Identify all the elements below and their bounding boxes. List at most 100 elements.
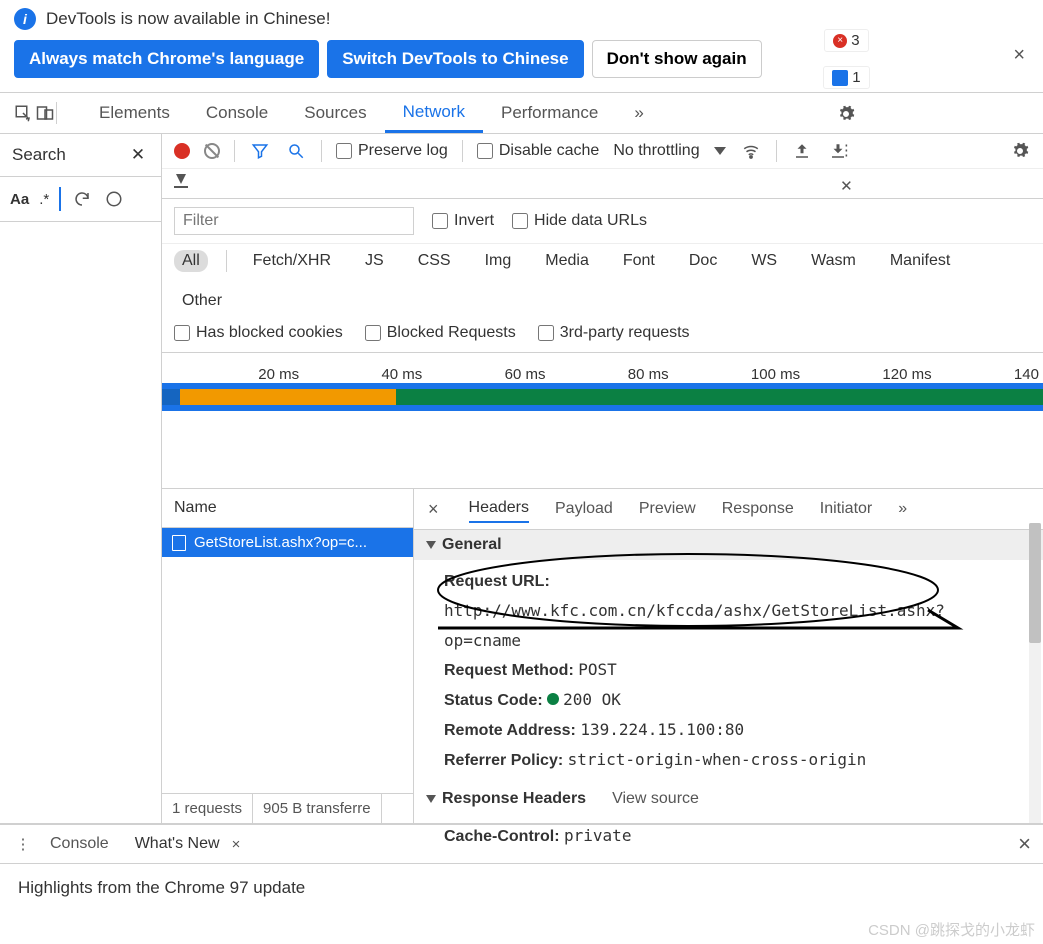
type-media[interactable]: Media [537, 250, 597, 272]
match-case-toggle[interactable]: Aa [10, 191, 29, 208]
settings-gear-icon[interactable] [1009, 140, 1031, 162]
switch-chinese-button[interactable]: Switch DevTools to Chinese [327, 40, 583, 78]
download-icon[interactable] [827, 140, 849, 162]
hide-data-urls-checkbox[interactable]: Hide data URLs [512, 212, 647, 230]
tick: 100 ms [751, 366, 800, 383]
status-value: 200 OK [563, 690, 621, 709]
tick: 140 [1014, 366, 1039, 383]
tab-more[interactable]: » [616, 93, 661, 133]
status-dot-icon [547, 693, 559, 705]
info-text: DevTools is now available in Chinese! [46, 9, 330, 29]
detail-tab-initiator[interactable]: Initiator [820, 496, 872, 522]
blocked-requests-checkbox[interactable]: Blocked Requests [365, 324, 516, 342]
close-search-icon[interactable]: ✕ [127, 144, 149, 166]
import-icon[interactable] [174, 186, 188, 188]
info-icon: i [14, 8, 36, 30]
type-all[interactable]: All [174, 250, 208, 272]
filter-icon[interactable] [249, 140, 271, 162]
detail-tab-more[interactable]: » [898, 496, 907, 522]
response-headers-section[interactable]: Response HeadersView source [414, 784, 1043, 814]
cursor-icon [59, 187, 61, 211]
tick: 120 ms [882, 366, 931, 383]
divider [234, 140, 235, 162]
type-css[interactable]: CSS [410, 250, 459, 272]
detail-tab-headers[interactable]: Headers [469, 495, 529, 523]
device-icon[interactable] [34, 102, 56, 124]
close-detail-icon[interactable]: × [428, 499, 439, 520]
disclosure-icon [426, 795, 436, 803]
tab-performance[interactable]: Performance [483, 93, 616, 133]
type-ws[interactable]: WS [743, 250, 785, 272]
method-value: POST [578, 660, 617, 679]
network-toolbar: Preserve log Disable cache No throttling [162, 134, 1043, 169]
network-toolbar-2 [162, 169, 1043, 199]
view-source-link[interactable]: View source [612, 790, 699, 808]
drawer-tab-console[interactable]: Console [40, 831, 119, 857]
request-row[interactable]: GetStoreList.ashx?op=c... [162, 528, 413, 557]
chevron-down-icon[interactable] [714, 147, 726, 155]
scrollbar[interactable] [1029, 523, 1041, 823]
clear-icon[interactable] [103, 188, 125, 210]
third-party-checkbox[interactable]: 3rd-party requests [538, 324, 690, 342]
divider [462, 140, 463, 162]
refresh-icon[interactable] [71, 188, 93, 210]
tab-console[interactable]: Console [188, 93, 286, 133]
tick: 40 ms [381, 366, 422, 383]
blocked-cookies-checkbox[interactable]: Has blocked cookies [174, 324, 343, 342]
type-img[interactable]: Img [477, 250, 520, 272]
request-list: Name GetStoreList.ashx?op=c... 1 request… [162, 489, 414, 823]
always-match-button[interactable]: Always match Chrome's language [14, 40, 319, 78]
checks-bar: Has blocked cookies Blocked Requests 3rd… [162, 318, 1043, 353]
type-manifest[interactable]: Manifest [882, 250, 958, 272]
type-font[interactable]: Font [615, 250, 663, 272]
file-icon [172, 535, 186, 551]
tab-network[interactable]: Network [385, 93, 483, 133]
wifi-icon[interactable] [740, 140, 762, 162]
status-bar: 1 requests 905 B transferre [162, 793, 413, 823]
request-name: GetStoreList.ashx?op=c... [194, 534, 367, 551]
detail-tab-preview[interactable]: Preview [639, 496, 696, 522]
tab-elements[interactable]: Elements [81, 93, 188, 133]
record-icon[interactable] [174, 143, 190, 159]
general-section[interactable]: General [414, 530, 1043, 560]
type-wasm[interactable]: Wasm [803, 250, 864, 272]
types-bar: All Fetch/XHR JS CSS Img Media Font Doc … [162, 244, 1043, 318]
general-values: Request URL: http://www.kfc.com.cn/kfccd… [414, 560, 1043, 784]
remote-value: 139.224.15.100:80 [580, 720, 744, 739]
throttling-select[interactable]: No throttling [613, 142, 699, 160]
type-fetch[interactable]: Fetch/XHR [245, 250, 339, 272]
response-headers-values: Cache-Control: private [414, 814, 1043, 860]
gear-icon[interactable] [835, 103, 857, 125]
overview-area[interactable] [162, 409, 1043, 489]
drawer-kebab-icon[interactable]: ⋮ [12, 833, 34, 855]
type-other[interactable]: Other [174, 290, 230, 312]
search-panel: Search ✕ Aa .* [0, 134, 162, 823]
tab-sources[interactable]: Sources [286, 93, 384, 133]
request-detail: × Headers Payload Preview Response Initi… [414, 489, 1043, 823]
detail-tab-payload[interactable]: Payload [555, 496, 613, 522]
tick: 60 ms [505, 366, 546, 383]
regex-toggle[interactable]: .* [39, 191, 49, 208]
referrer-value: strict-origin-when-cross-origin [568, 750, 867, 769]
filter-input[interactable] [174, 207, 414, 235]
type-js[interactable]: JS [357, 250, 392, 272]
clear-log-icon[interactable] [204, 143, 220, 159]
close-whatsnew-icon[interactable]: × [232, 836, 241, 853]
messages-badge[interactable]: 1 [823, 66, 869, 89]
type-doc[interactable]: Doc [681, 250, 725, 272]
disable-cache-checkbox[interactable]: Disable cache [477, 142, 600, 160]
invert-checkbox[interactable]: Invert [432, 212, 494, 230]
preserve-log-checkbox[interactable]: Preserve log [336, 142, 448, 160]
close-icon[interactable]: × [1013, 44, 1025, 67]
detail-tab-response[interactable]: Response [722, 496, 794, 522]
filter-bar: Invert Hide data URLs [162, 199, 1043, 244]
inspect-icon[interactable] [12, 102, 34, 124]
tick: 20 ms [258, 366, 299, 383]
search-icon[interactable] [285, 140, 307, 162]
name-column-header[interactable]: Name [162, 489, 413, 528]
disclosure-icon [426, 541, 436, 549]
drawer-tab-whatsnew[interactable]: What's New [125, 831, 230, 857]
errors-badge[interactable]: ×3 [824, 29, 868, 52]
timeline[interactable]: 20 ms 40 ms 60 ms 80 ms 100 ms 120 ms 14… [162, 353, 1043, 409]
upload-icon[interactable] [791, 140, 813, 162]
